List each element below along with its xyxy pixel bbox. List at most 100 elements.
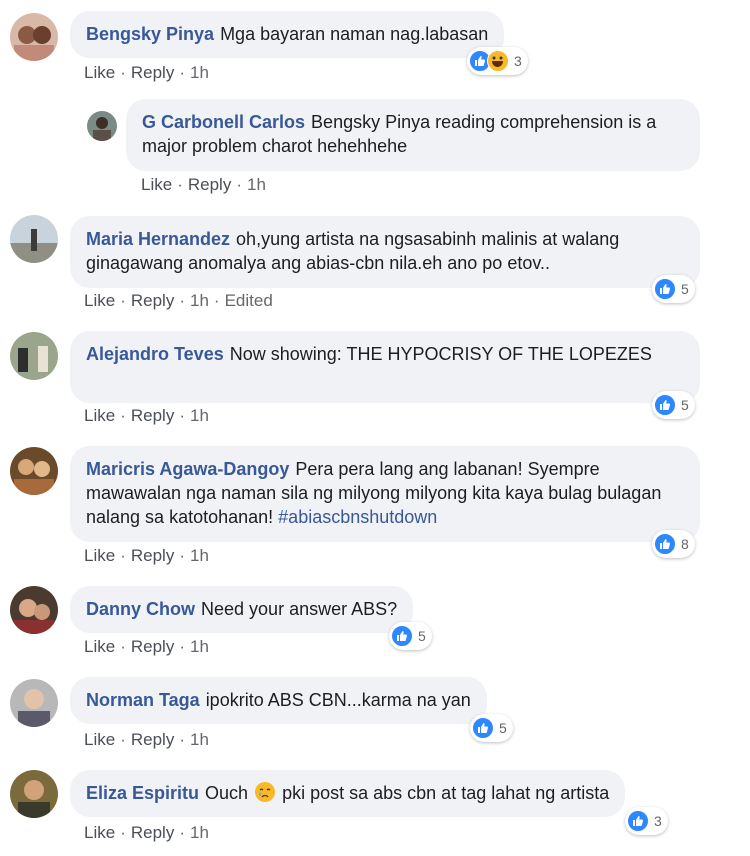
crying-face-emoji-icon	[255, 782, 276, 802]
avatar-photo	[10, 586, 58, 634]
timestamp[interactable]: 1h	[190, 823, 209, 842]
comment-actions: Like · Reply · 1h	[84, 730, 209, 750]
comment-bubble: Alejandro Teves Now showing: THE HYPOCRIS…	[70, 331, 700, 403]
reaction-summary[interactable]: 3	[625, 807, 668, 835]
reaction-summary[interactable]: 5	[389, 622, 432, 650]
reaction-summary[interactable]: 8	[652, 530, 695, 558]
timestamp[interactable]: 1h	[190, 291, 209, 310]
like-reaction-icon	[654, 394, 676, 416]
separator: ·	[179, 823, 185, 842]
timestamp[interactable]: 1h	[247, 175, 266, 194]
like-reaction-icon	[654, 278, 676, 300]
reaction-count: 5	[418, 628, 426, 644]
comment-actions: Like · Reply · 1h	[84, 546, 209, 566]
comment-bubble: Maria Hernandez oh,yung artista na ngsasa…	[70, 216, 700, 288]
avatar[interactable]	[10, 332, 58, 380]
comment-author[interactable]: Norman Taga	[86, 690, 200, 710]
avatar-photo	[10, 215, 58, 263]
comment-author[interactable]: Danny Chow	[86, 599, 195, 619]
separator: ·	[120, 291, 126, 310]
comment-author[interactable]: Maria Hernandez	[86, 229, 230, 249]
avatar-photo	[87, 111, 117, 141]
like-link[interactable]: Like	[84, 546, 115, 565]
comment-bubble: Maricris Agawa-Dangoy Pera pera lang ang …	[70, 446, 700, 542]
comment-actions: Like · Reply · 1h · Edited	[84, 291, 273, 311]
reply-link[interactable]: Reply	[131, 546, 174, 565]
separator: ·	[179, 637, 185, 656]
separator: ·	[213, 291, 220, 310]
comment-actions: Like · Reply · 1h	[141, 175, 266, 195]
separator: ·	[120, 546, 126, 565]
avatar[interactable]	[87, 111, 117, 141]
reaction-count: 5	[681, 397, 689, 413]
reaction-summary[interactable]: 5	[652, 275, 695, 303]
like-link[interactable]: Like	[141, 175, 172, 194]
edited-label[interactable]: Edited	[225, 291, 273, 310]
timestamp[interactable]: 1h	[190, 63, 209, 82]
reaction-count: 8	[681, 536, 689, 552]
like-link[interactable]: Like	[84, 823, 115, 842]
comment-author[interactable]: G Carbonell Carlos	[142, 112, 305, 132]
separator: ·	[179, 291, 185, 310]
avatar[interactable]	[10, 215, 58, 263]
separator: ·	[236, 175, 242, 194]
reply-link[interactable]: Reply	[131, 730, 174, 749]
like-link[interactable]: Like	[84, 730, 115, 749]
like-link[interactable]: Like	[84, 637, 115, 656]
reply-link[interactable]: Reply	[131, 637, 174, 656]
like-reaction-icon	[627, 810, 649, 832]
like-link[interactable]: Like	[84, 63, 115, 82]
avatar[interactable]	[10, 586, 58, 634]
reply-link[interactable]: Reply	[188, 175, 231, 194]
separator: ·	[120, 406, 126, 425]
comment-author[interactable]: Alejandro Teves	[86, 344, 224, 364]
comment-bubble: Bengsky Pinya Mga bayaran naman nag.labas…	[70, 11, 505, 58]
reaction-summary[interactable]: 5	[652, 391, 695, 419]
comment-actions: Like · Reply · 1h	[84, 637, 209, 657]
timestamp[interactable]: 1h	[190, 546, 209, 565]
avatar[interactable]	[10, 447, 58, 495]
comment-bubble: Eliza Espiritu Ouch pki post sa abs cbn a…	[70, 770, 626, 817]
separator: ·	[179, 730, 185, 749]
timestamp[interactable]: 1h	[190, 637, 209, 656]
avatar-photo	[10, 332, 58, 380]
comment-author[interactable]: Maricris Agawa-Dangoy	[86, 459, 289, 479]
reply-link[interactable]: Reply	[131, 63, 174, 82]
avatar[interactable]	[10, 770, 58, 818]
timestamp[interactable]: 1h	[190, 730, 209, 749]
separator: ·	[177, 175, 183, 194]
avatar-photo	[10, 679, 58, 727]
avatar[interactable]	[10, 679, 58, 727]
avatar-photo	[10, 770, 58, 818]
comment-text: Need your answer ABS?	[201, 599, 398, 619]
comment-text: Now showing: THE HYPOCRISY OF THE LOPEZE…	[229, 344, 652, 364]
hashtag-link[interactable]: #abiascbnshutdown	[278, 507, 437, 527]
separator: ·	[120, 63, 126, 82]
like-reaction-icon	[654, 533, 676, 555]
haha-reaction-icon	[487, 50, 509, 72]
timestamp[interactable]: 1h	[190, 406, 209, 425]
comment-actions: Like · Reply · 1h	[84, 406, 209, 426]
comment-author[interactable]: Bengsky Pinya	[86, 24, 214, 44]
comment-text-start: Ouch	[205, 783, 249, 803]
separator: ·	[120, 823, 126, 842]
reaction-summary[interactable]: 3	[467, 47, 528, 75]
comment-text-end: pki post sa abs cbn at tag lahat ng arti…	[282, 783, 610, 803]
reaction-summary[interactable]: 5	[470, 714, 513, 742]
like-link[interactable]: Like	[84, 291, 115, 310]
comment-bubble: Danny Chow Need your answer ABS?	[70, 586, 414, 633]
reaction-count: 3	[654, 813, 662, 829]
like-reaction-icon	[472, 717, 494, 739]
avatar[interactable]	[10, 13, 58, 61]
comment-author[interactable]: Eliza Espiritu	[86, 783, 199, 803]
reaction-count: 5	[681, 281, 689, 297]
separator: ·	[120, 637, 126, 656]
reaction-count: 5	[499, 720, 507, 736]
reaction-count: 3	[514, 53, 522, 69]
comment-text: ipokrito ABS CBN...karma na yan	[205, 690, 471, 710]
comment-bubble: Norman Taga ipokrito ABS CBN...karma na y…	[70, 677, 487, 724]
reply-link[interactable]: Reply	[131, 823, 174, 842]
reply-link[interactable]: Reply	[131, 291, 174, 310]
reply-link[interactable]: Reply	[131, 406, 174, 425]
like-link[interactable]: Like	[84, 406, 115, 425]
